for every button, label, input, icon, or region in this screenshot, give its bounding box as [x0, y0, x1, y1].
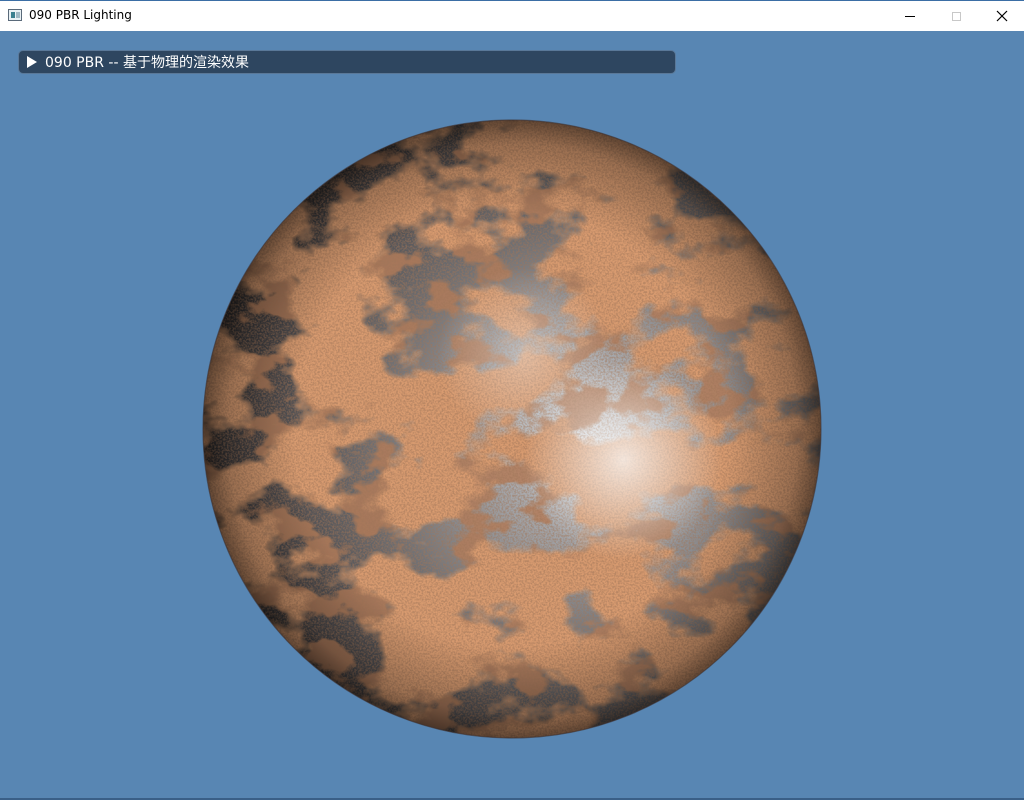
title-bar[interactable]: 090 PBR Lighting: [0, 0, 1024, 31]
imgui-collapsing-header[interactable]: 090 PBR -- 基于物理的渲染效果: [18, 50, 676, 74]
collapsed-arrow-icon[interactable]: [27, 56, 37, 68]
window-title: 090 PBR Lighting: [29, 8, 132, 22]
close-button[interactable]: [979, 1, 1024, 31]
minimize-button[interactable]: [887, 1, 933, 31]
maximize-icon: [951, 11, 961, 21]
pbr-sphere: [202, 119, 822, 739]
imgui-header-label: 090 PBR -- 基于物理的渲染效果: [45, 55, 249, 71]
minimize-icon: [905, 15, 915, 17]
render-viewport[interactable]: 090 PBR -- 基于物理的渲染效果: [0, 31, 1024, 798]
close-icon: [996, 10, 1008, 22]
app-window: 090 PBR Lighting 090 PBR -- 基于物理的渲染效果: [0, 0, 1024, 800]
maximize-button[interactable]: [933, 1, 979, 31]
rusted-metal-sphere: [202, 119, 822, 739]
app-window-icon: [8, 9, 22, 21]
